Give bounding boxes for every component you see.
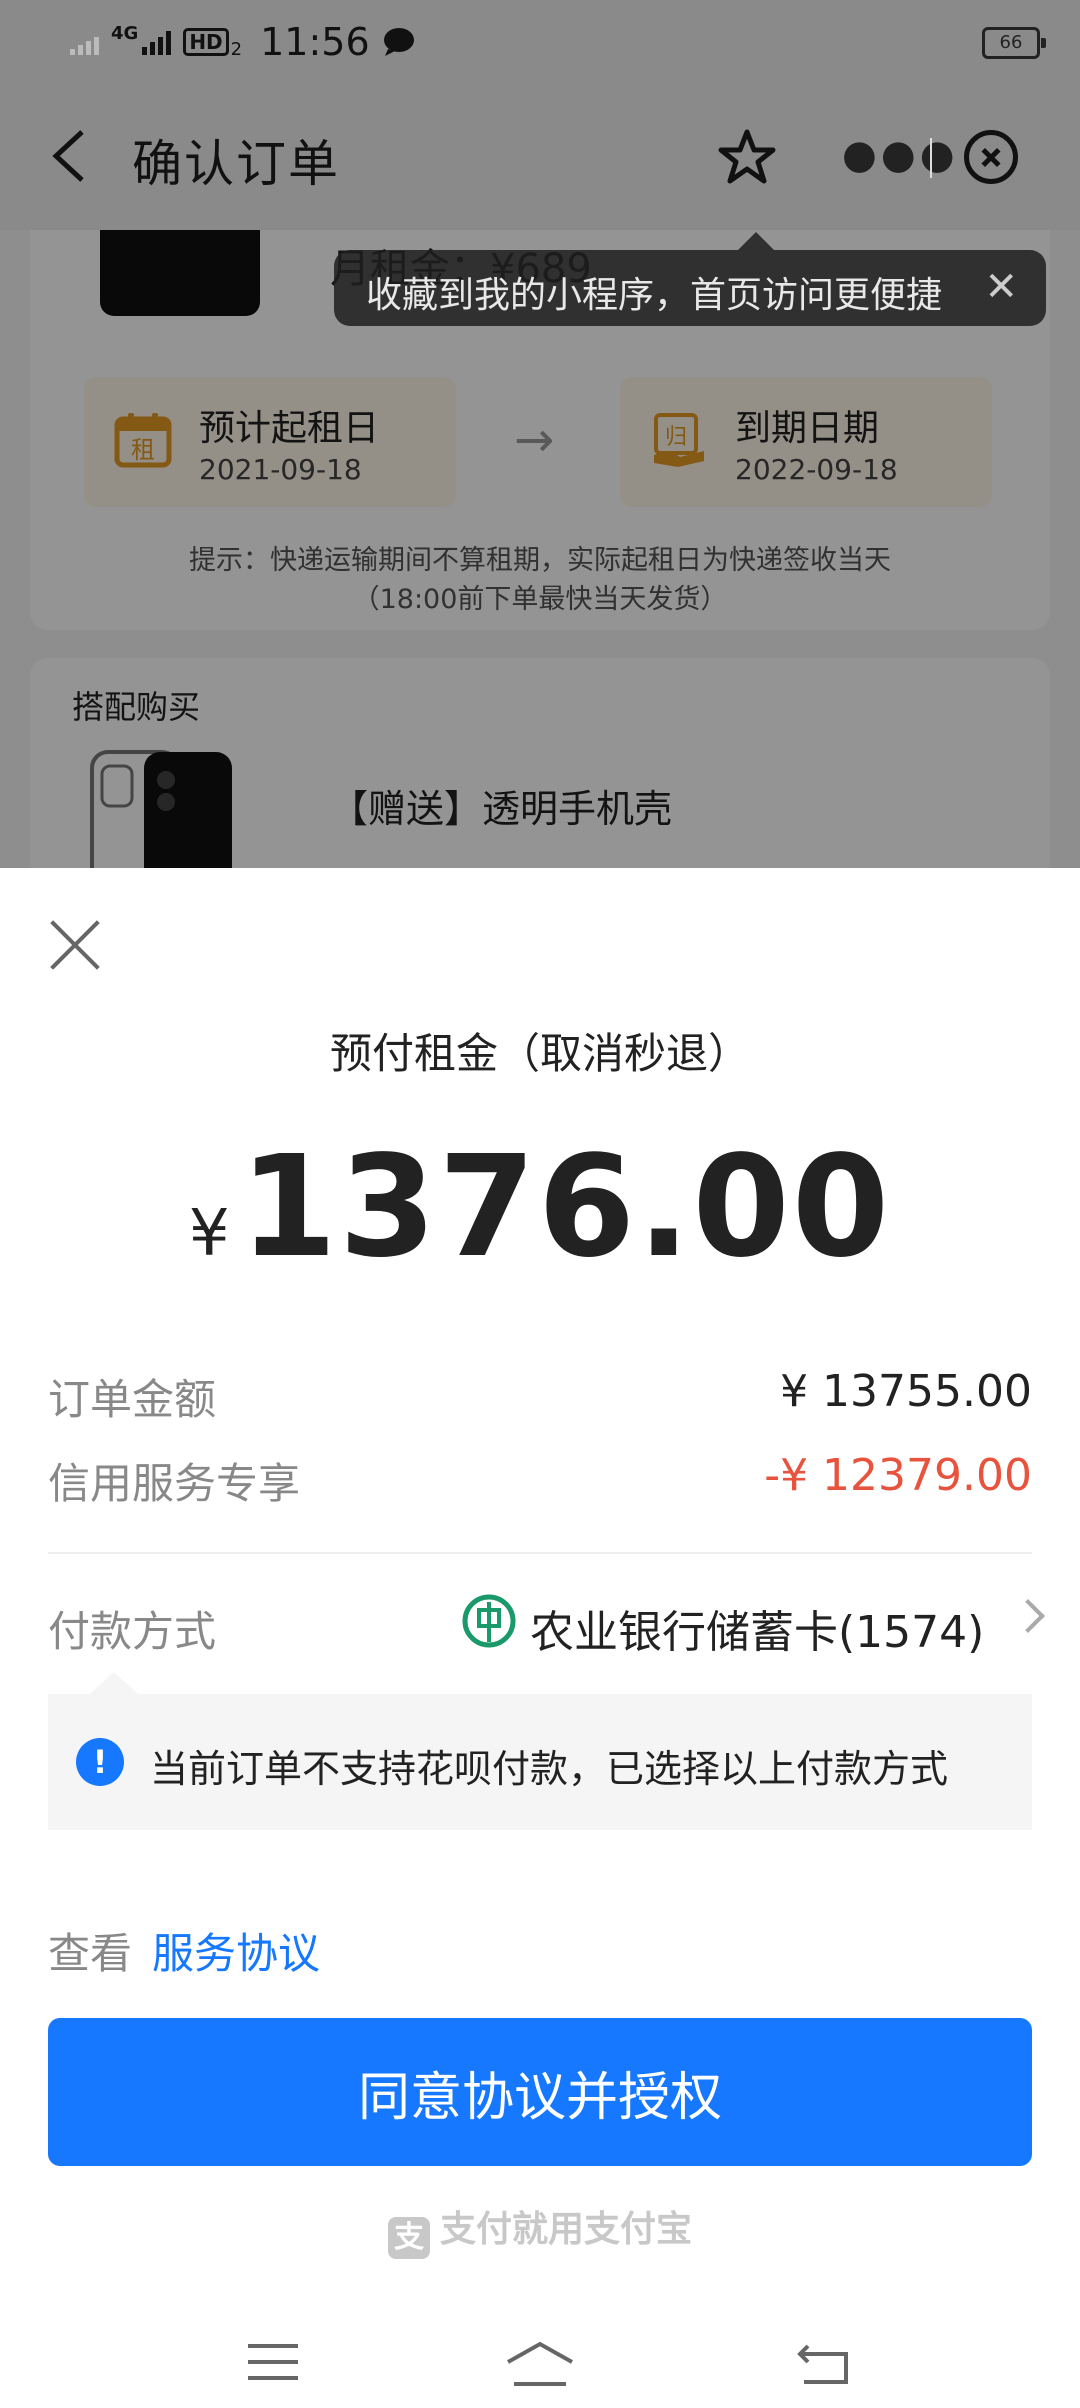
sheet-close-icon[interactable] <box>48 918 102 972</box>
credit-service-value: -¥ 12379.00 <box>764 1450 1032 1501</box>
agree-authorize-button[interactable]: 同意协议并授权 <box>48 2018 1032 2166</box>
battery-icon: 66 <box>982 27 1046 59</box>
signal-sim1-icon <box>70 29 99 55</box>
back-nav-icon[interactable] <box>796 2342 850 2386</box>
status-time: 11:56 <box>260 20 370 64</box>
payment-method-value[interactable]: 农业银行储蓄卡(1574) <box>530 1596 984 1660</box>
credit-service-label: 信用服务专享 <box>48 1459 301 1508</box>
huabei-notice: ! 当前订单不支持花呗付款，已选择以上付款方式 <box>48 1672 1032 1830</box>
favorite-tooltip: 收藏到我的小程序，首页访问更便捷 ✕ <box>334 232 1046 326</box>
currency-symbol: ¥ <box>188 1197 230 1271</box>
alipay-footer: 支支付就用支付宝 <box>0 2200 1080 2259</box>
system-nav-bar <box>0 2308 1080 2408</box>
more-icon[interactable]: ●●● <box>842 132 959 178</box>
hd-voice-icon: HD <box>183 28 229 56</box>
prepay-amount: ¥1376.00 <box>0 1126 1080 1289</box>
network-type: 4G <box>111 22 139 44</box>
alipay-slogan: 支付就用支付宝 <box>439 2209 692 2250</box>
signal-sim2-icon <box>142 29 172 55</box>
star-favorite-icon[interactable] <box>712 122 782 192</box>
home-icon[interactable] <box>504 2340 576 2390</box>
amount-value: 1376.00 <box>239 1126 892 1289</box>
order-amount-label: 订单金额 <box>48 1375 217 1424</box>
tooltip-close-icon[interactable]: ✕ <box>984 264 1018 310</box>
info-icon: ! <box>76 1738 124 1786</box>
menu-icon[interactable] <box>248 2344 298 2384</box>
payment-method-label: 付款方式 <box>48 1607 217 1656</box>
chat-bubble-icon <box>383 28 414 56</box>
status-bar: 4G HD 2 11:56 66 <box>0 0 1080 84</box>
chevron-right-icon[interactable] <box>1011 1599 1045 1633</box>
divider <box>48 1552 1032 1554</box>
abc-bank-icon[interactable] <box>462 1594 516 1648</box>
back-arrow-icon[interactable] <box>48 126 88 186</box>
hd-voice-sub: 2 <box>230 38 243 60</box>
nav-bar: 确认订单 ●●● <box>0 84 1080 230</box>
order-amount-value: ¥ 13755.00 <box>780 1366 1032 1417</box>
background-page: 月租金：¥689 租 预计起租日 2021-09-18 → 归 到期日期 202… <box>0 0 1080 870</box>
agreement-prefix: 查看 <box>48 1929 133 1978</box>
payment-sheet: 预付租金（取消秒退） ¥1376.00 订单金额 ¥ 13755.00 信用服务… <box>0 868 1080 2408</box>
close-miniapp-icon[interactable] <box>964 130 1018 184</box>
capsule-divider <box>930 138 932 178</box>
service-agreement-link[interactable]: 服务协议 <box>152 1920 320 1981</box>
page-title: 确认订单 <box>132 135 340 193</box>
tooltip-text: 收藏到我的小程序，首页访问更便捷 <box>366 275 943 316</box>
alipay-logo-icon: 支 <box>387 2217 430 2259</box>
notice-text: 当前订单不支持花呗付款，已选择以上付款方式 <box>150 1747 949 1791</box>
sheet-title: 预付租金（取消秒退） <box>329 1029 750 1078</box>
